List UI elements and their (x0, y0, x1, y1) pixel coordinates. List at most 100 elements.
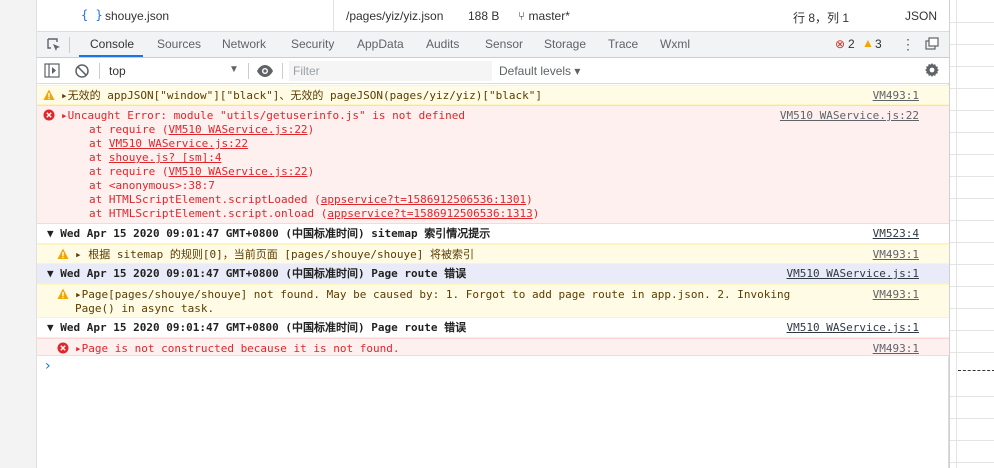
stack-link[interactable]: VM510 WAService.js:22 (109, 137, 248, 150)
console-output: ▸无效的 appJSON["window"]["black"]、无效的 page… (37, 84, 949, 468)
message-text[interactable]: ▸无效的 appJSON["window"]["black"]、无效的 page… (61, 89, 542, 103)
error-count[interactable]: 2 (848, 37, 855, 51)
stack-link[interactable]: appservice?t=1586912506536:1313 (327, 207, 532, 220)
grid-row-line (950, 308, 994, 309)
console-message-warning: ▸ 根据 sitemap 的规则[0]，当前页面 [pages/shouye/s… (37, 244, 949, 264)
tabbar-separator (69, 37, 70, 53)
undock-icon[interactable] (925, 37, 939, 50)
group-title[interactable]: ▼ Wed Apr 15 2020 09:01:47 GMT+0800 (中国标… (47, 321, 466, 335)
console-group-header[interactable]: ▼ Wed Apr 15 2020 09:01:47 GMT+0800 (中国标… (37, 318, 949, 338)
clear-console-icon[interactable] (74, 63, 90, 79)
message-text[interactable]: ▸Page[pages/shouye/shouye] not found. Ma… (75, 288, 790, 302)
console-message-warning: ▸Page[pages/shouye/shouye] not found. Ma… (37, 284, 949, 318)
warning-icon (57, 288, 69, 299)
editor-divider (333, 0, 334, 32)
error-count-icon[interactable]: ⊗ (835, 37, 845, 51)
stack-frame: at require (VM510 WAService.js:22) (89, 165, 315, 178)
source-link[interactable]: VM493:1 (873, 288, 919, 302)
stack-frame: at shouye.js? [sm]:4 (89, 151, 222, 164)
tab-wxml[interactable]: Wxml (660, 37, 690, 51)
console-group-header[interactable]: ▼ Wed Apr 15 2020 09:01:47 GMT+0800 (中国标… (37, 264, 949, 284)
grid-row-line (950, 440, 994, 441)
group-title[interactable]: ▼ Wed Apr 15 2020 09:01:47 GMT+0800 (中国标… (47, 227, 490, 241)
git-branch[interactable]: ⑂ master* (518, 9, 570, 23)
grid-row-line (950, 286, 994, 287)
live-expression-eye-icon[interactable] (256, 64, 274, 78)
warning-icon (43, 89, 55, 100)
console-message-warning: ▸无效的 appJSON["window"]["black"]、无效的 page… (37, 85, 949, 105)
console-prompt-icon[interactable]: › (45, 358, 51, 374)
inspect-element-icon[interactable] (45, 36, 63, 54)
grid-row-line (950, 66, 994, 67)
error-icon (43, 109, 55, 121)
left-activity-strip (0, 0, 37, 468)
context-label: top (109, 64, 126, 78)
error-icon (57, 342, 69, 354)
stack-frame: at VM510 WAService.js:22 (89, 137, 248, 150)
console-message-error: ▸Uncaught Error: module "utils/getuserin… (37, 105, 949, 224)
tab-storage[interactable]: Storage (544, 37, 586, 51)
console-settings-gear-icon[interactable] (924, 62, 940, 78)
group-title[interactable]: ▼ Wed Apr 15 2020 09:01:47 GMT+0800 (中国标… (47, 267, 466, 281)
grid-row-line (950, 220, 994, 221)
stack-frame: at require (VM510 WAService.js:22) (89, 123, 315, 136)
grid-row-line (950, 88, 994, 89)
grid-row-line (950, 132, 994, 133)
filter-input[interactable] (289, 61, 492, 81)
stack-frame: at HTMLScriptElement.script.onload (apps… (89, 207, 540, 220)
file-size: 188 B (468, 9, 500, 23)
source-link[interactable]: VM493:1 (873, 89, 919, 103)
devtools-tab-bar: Console Sources Network Security AppData… (37, 32, 949, 58)
tab-network[interactable]: Network (222, 37, 266, 51)
grid-row-line (950, 418, 994, 419)
source-link[interactable]: VM510 WAService.js:1 (787, 267, 919, 281)
grid-row-line (950, 22, 994, 23)
json-file-icon: { } (81, 8, 103, 22)
warning-count-icon[interactable]: ▲ (862, 36, 874, 50)
message-text[interactable]: ▸Page is not constructed because it is n… (75, 342, 400, 356)
grid-row-line (950, 242, 994, 243)
grid-row-line (950, 44, 994, 45)
language-mode[interactable]: JSON (905, 9, 937, 23)
source-link[interactable]: VM510 WAService.js:22 (780, 109, 919, 123)
grid-row-line (950, 352, 994, 353)
tab-sources[interactable]: Sources (157, 37, 201, 51)
background-window (949, 0, 994, 468)
console-message-error: ▸Page is not constructed because it is n… (37, 338, 949, 356)
console-group-header[interactable]: ▼ Wed Apr 15 2020 09:01:47 GMT+0800 (中国标… (37, 224, 949, 244)
stack-link[interactable]: shouye.js? [sm]:4 (109, 151, 222, 164)
context-selector[interactable]: top ▼ (107, 61, 241, 81)
grid-row-line (950, 462, 994, 463)
source-link[interactable]: VM493:1 (873, 342, 919, 356)
source-link[interactable]: VM493:1 (873, 248, 919, 262)
grid-row-line (950, 154, 994, 155)
source-link[interactable]: VM510 WAService.js:1 (787, 321, 919, 335)
stack-link[interactable]: appservice?t=1586912506536:1301 (321, 193, 526, 206)
source-link[interactable]: VM523:4 (873, 227, 919, 241)
stack-frame: at <anonymous>:38:7 (89, 179, 215, 192)
log-levels-dropdown[interactable]: Default levels ▾ (499, 64, 580, 78)
tab-security[interactable]: Security (291, 37, 334, 51)
branch-icon: ⑂ (518, 9, 529, 23)
message-text[interactable]: ▸ 根据 sitemap 的规则[0]，当前页面 [pages/shouye/s… (75, 248, 474, 262)
more-options-icon[interactable]: ⋮ (901, 36, 915, 53)
editor-tab-filename[interactable]: shouye.json (105, 9, 169, 23)
stack-link[interactable]: VM510 WAService.js:22 (168, 123, 307, 136)
cursor-position[interactable]: 行 8，列 1 (793, 9, 849, 26)
tab-appdata[interactable]: AppData (357, 37, 404, 51)
tab-sensor[interactable]: Sensor (485, 37, 523, 51)
grid-row-line (950, 176, 994, 177)
show-sidebar-icon[interactable] (44, 63, 60, 78)
grid-row-line (950, 396, 994, 397)
tab-audits[interactable]: Audits (426, 37, 459, 51)
tab-console[interactable]: Console (90, 37, 134, 51)
message-text-continued[interactable]: Page() in async task. (75, 302, 214, 316)
file-path: /pages/yiz/yiz.json (346, 9, 444, 23)
toolbar-separator (99, 63, 100, 79)
tab-trace[interactable]: Trace (608, 37, 638, 51)
grid-row-line (950, 110, 994, 111)
warning-count[interactable]: 3 (875, 37, 882, 51)
message-text[interactable]: ▸Uncaught Error: module "utils/getuserin… (61, 109, 465, 123)
stack-link[interactable]: VM510 WAService.js:22 (168, 165, 307, 178)
grid-column-line (956, 0, 957, 468)
